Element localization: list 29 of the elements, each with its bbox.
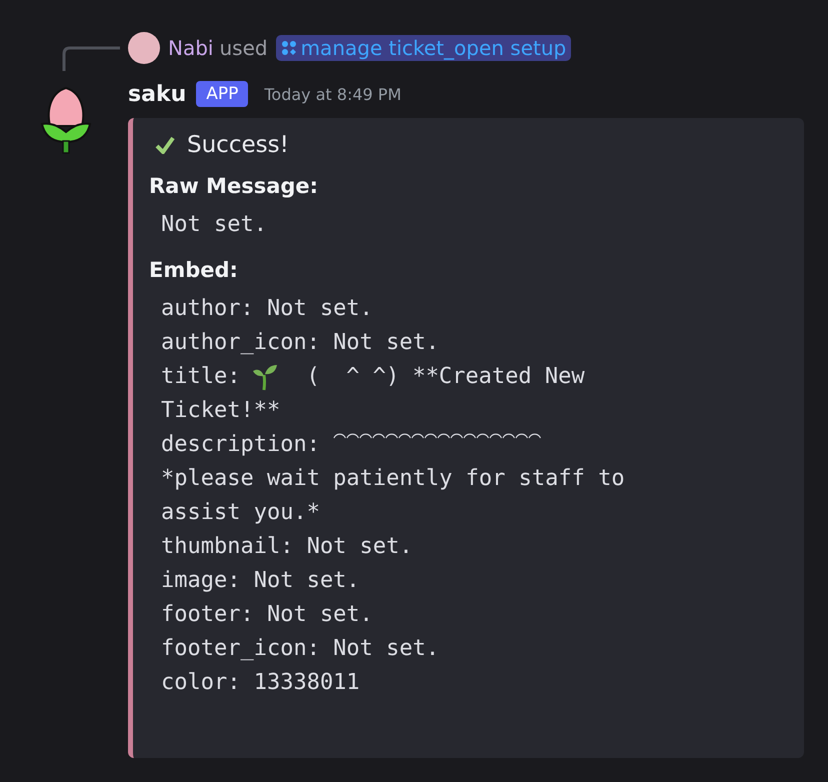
section-heading: Embed: [149, 258, 239, 282]
code-line: footer_icon: Not set. [161, 635, 440, 663]
bot-name[interactable]: saku [128, 82, 186, 106]
sprout-icon [252, 363, 278, 391]
code-line: color: 13338011 [161, 669, 361, 697]
code-line: footer: Not set. [161, 601, 374, 629]
timestamp: Today at 8:49 PM [264, 84, 402, 104]
check-icon [155, 136, 175, 154]
code-line: *please wait patiently for staff to [161, 465, 626, 493]
code-text: title: [161, 363, 240, 391]
code-line: assist you.* [161, 499, 321, 527]
code-line: author: Not set. [161, 295, 374, 323]
code-line: description: ⁀⁀⁀⁀⁀⁀⁀⁀⁀⁀⁀⁀⁀⁀⁀⁀ [161, 431, 542, 459]
user-avatar[interactable] [128, 32, 160, 64]
status-text: Success! [187, 132, 289, 158]
command-icon [280, 40, 297, 56]
code-line: author_icon: Not set. [161, 329, 440, 357]
reply-connector [62, 46, 120, 72]
command-link[interactable]: manage ticket_open setup [276, 35, 572, 61]
tulip-avatar[interactable] [38, 86, 94, 154]
code-line: thumbnail: Not set. [161, 533, 414, 561]
user-name[interactable]: Nabi [168, 36, 214, 60]
used-label: used [219, 36, 268, 60]
code-line: Ticket!** [161, 397, 282, 425]
app-tag: APP [196, 81, 248, 107]
code-line: image: Not set. [161, 567, 361, 595]
code-text: ( ^ ^) **Created New [306, 363, 585, 391]
section-heading: Raw Message: [149, 174, 320, 198]
code-line: Not set. [161, 211, 268, 239]
